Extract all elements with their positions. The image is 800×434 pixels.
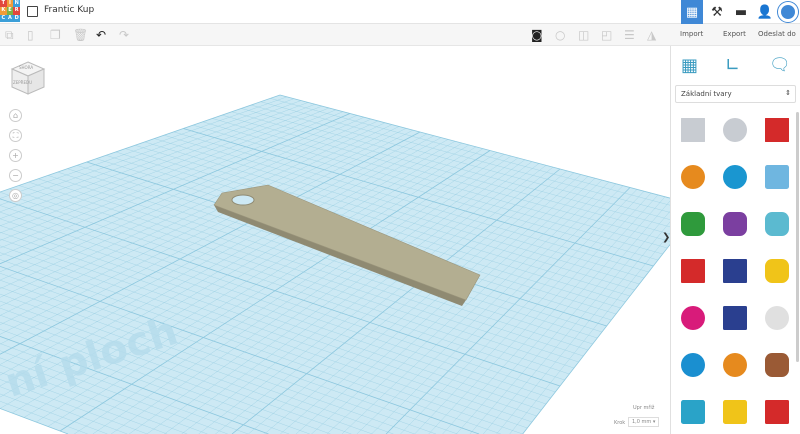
fit-view-button[interactable]: ⛶ [9, 129, 22, 142]
shape-box[interactable] [765, 118, 789, 142]
shape-star-yellow[interactable] [723, 400, 747, 424]
tinkercad-logo[interactable]: TINKERCAD [0, 0, 20, 22]
edit-toolbar: ⧉ ▯ ❐ 🗑 ↶ ↷ ◙ ○ ◫ ◰ ☰ ◮ [0, 24, 670, 46]
shape-roof[interactable] [681, 212, 705, 236]
shape-heart[interactable] [765, 353, 789, 377]
mirror-icon[interactable]: ◮ [647, 28, 656, 42]
add-user-icon[interactable]: 👤 [754, 0, 776, 24]
shape-cylinder-hole[interactable] [723, 118, 747, 142]
ruler-icon[interactable]: ∟ [725, 55, 740, 76]
zoom-out-button[interactable]: − [9, 169, 22, 182]
workplane-viewport[interactable]: SHORA ZEPŘEDU ⌂ ⛶ + − ◎ ní ploch Upr mři… [0, 46, 670, 434]
shape-round-roof[interactable] [765, 212, 789, 236]
snap-grid-value: 1,0 mm [632, 419, 651, 425]
edit-grid-button[interactable]: Upr mřiž [630, 404, 657, 412]
shape-icosahedron[interactable] [765, 400, 789, 424]
view-cube-top: SHORA [19, 65, 33, 70]
ungroup-icon[interactable]: ◰ [601, 28, 612, 42]
shape-paraboloid[interactable] [765, 306, 789, 330]
shape-tube[interactable] [723, 353, 747, 377]
grid-icon: ▦ [686, 5, 698, 20]
import-export-bar: Import Export Odeslat do [670, 24, 800, 46]
view-cube-front: ZEPŘEDU [13, 80, 32, 85]
redo-icon[interactable]: ↷ [119, 28, 129, 42]
delete-icon[interactable]: 🗑 [73, 28, 88, 42]
home-view-button[interactable]: ⌂ [9, 109, 22, 122]
workplane-surface[interactable] [0, 95, 670, 434]
shape-scribble[interactable] [765, 165, 789, 189]
view-cube[interactable]: SHORA ZEPŘEDU [10, 60, 46, 96]
logo-letter: C [0, 15, 7, 22]
shape-cone[interactable] [723, 212, 747, 236]
zoom-in-button[interactable]: + [9, 149, 22, 162]
logo-letter: A [7, 15, 14, 22]
collapse-panel-chevron-icon[interactable]: ❯ [662, 232, 670, 243]
perspective-button[interactable]: ◎ [9, 189, 22, 202]
avatar[interactable] [777, 0, 799, 24]
shapes-panel: ▦ ∟ 🗨 Základní tvary ⇕ [670, 46, 800, 434]
shape-polygon[interactable] [723, 259, 747, 283]
panel-scrollbar[interactable] [796, 112, 799, 362]
shape-text[interactable] [681, 259, 705, 283]
shape-sphere[interactable] [723, 165, 747, 189]
align-icon[interactable]: ☰ [624, 28, 635, 42]
shape-star[interactable] [681, 400, 705, 424]
import-button[interactable]: Import [680, 30, 703, 38]
logo-letter: K [0, 7, 7, 14]
export-button[interactable]: Export [723, 30, 746, 38]
keychain-hole [232, 195, 254, 205]
notes-icon[interactable]: 🗨 [769, 55, 791, 75]
logo-letter: D [13, 15, 20, 22]
copy-icon[interactable]: ⧉ [5, 28, 14, 42]
shape-hexagonal-prism[interactable] [723, 306, 747, 330]
shape-pyramid[interactable] [765, 259, 789, 283]
logo-letter: N [13, 0, 20, 7]
3d-view-button[interactable]: ▦ [681, 0, 703, 24]
shape-box-hole[interactable] [681, 118, 705, 142]
undo-icon[interactable]: ↶ [96, 28, 106, 42]
paste-icon[interactable]: ▯ [27, 28, 34, 42]
workplane-icon[interactable]: ▦ [681, 55, 698, 76]
shape-category-select[interactable]: Základní tvary ⇕ [675, 85, 796, 103]
logo-letter: R [13, 7, 20, 14]
logo-letter: T [0, 0, 7, 7]
top-bar: TINKERCAD Frantic Kup ▦ ⚒ ▬ 👤 [0, 0, 800, 24]
shape-cylinder[interactable] [681, 165, 705, 189]
logo-letter: E [7, 7, 14, 14]
shape-torus[interactable] [681, 353, 705, 377]
logo-letter: I [7, 0, 14, 7]
duplicate-icon[interactable]: ❐ [50, 28, 61, 42]
light-bulb-icon[interactable]: ○ [555, 28, 565, 42]
group-icon[interactable]: ◫ [578, 28, 589, 42]
project-title[interactable]: Frantic Kup [44, 5, 94, 15]
snap-grid-select[interactable]: 1,0 mm ▾ [628, 417, 659, 427]
notes-visibility-icon[interactable]: ◙ [531, 28, 543, 42]
bricks-icon[interactable]: ▬ [730, 0, 752, 24]
design-list-icon[interactable] [27, 6, 38, 17]
shape-half-sphere[interactable] [681, 306, 705, 330]
select-arrows-icon: ⇕ [785, 89, 791, 97]
pickaxe-icon[interactable]: ⚒ [706, 0, 728, 24]
snap-grid-label: Krok [614, 420, 625, 426]
send-to-button[interactable]: Odeslat do [758, 30, 796, 38]
shape-category-value: Základní tvary [681, 90, 732, 98]
